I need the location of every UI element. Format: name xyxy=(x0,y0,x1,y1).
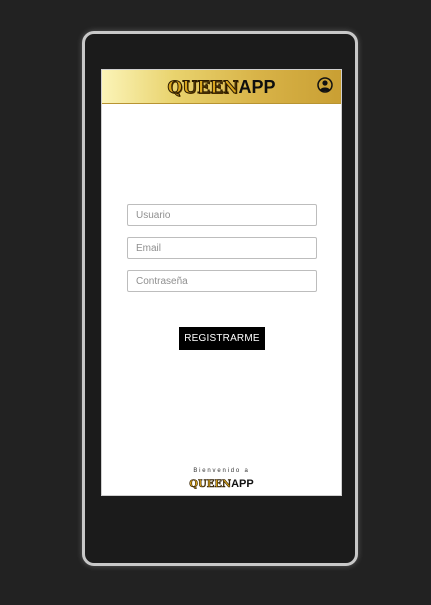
user-circle-icon[interactable] xyxy=(317,77,333,93)
footer-logo: QUEENAPP xyxy=(102,476,341,492)
username-input[interactable] xyxy=(127,204,317,226)
app-logo: QUEENAPP xyxy=(102,76,341,100)
email-input[interactable] xyxy=(127,237,317,259)
footer-logo-app-text: APP xyxy=(231,478,254,490)
welcome-text: Bienvenido a xyxy=(193,468,250,474)
password-input[interactable] xyxy=(127,270,317,292)
app-header: QUEENAPP xyxy=(102,70,341,104)
app-screen: QUEENAPP REGISTRARME Bienvenido a QUEENA… xyxy=(101,69,342,496)
logo-app-text: APP xyxy=(238,77,276,97)
register-button[interactable]: REGISTRARME xyxy=(179,327,265,350)
footer-logo-queen-text: QUEEN xyxy=(189,479,232,491)
logo-queen-text: QUEEN xyxy=(167,78,239,99)
